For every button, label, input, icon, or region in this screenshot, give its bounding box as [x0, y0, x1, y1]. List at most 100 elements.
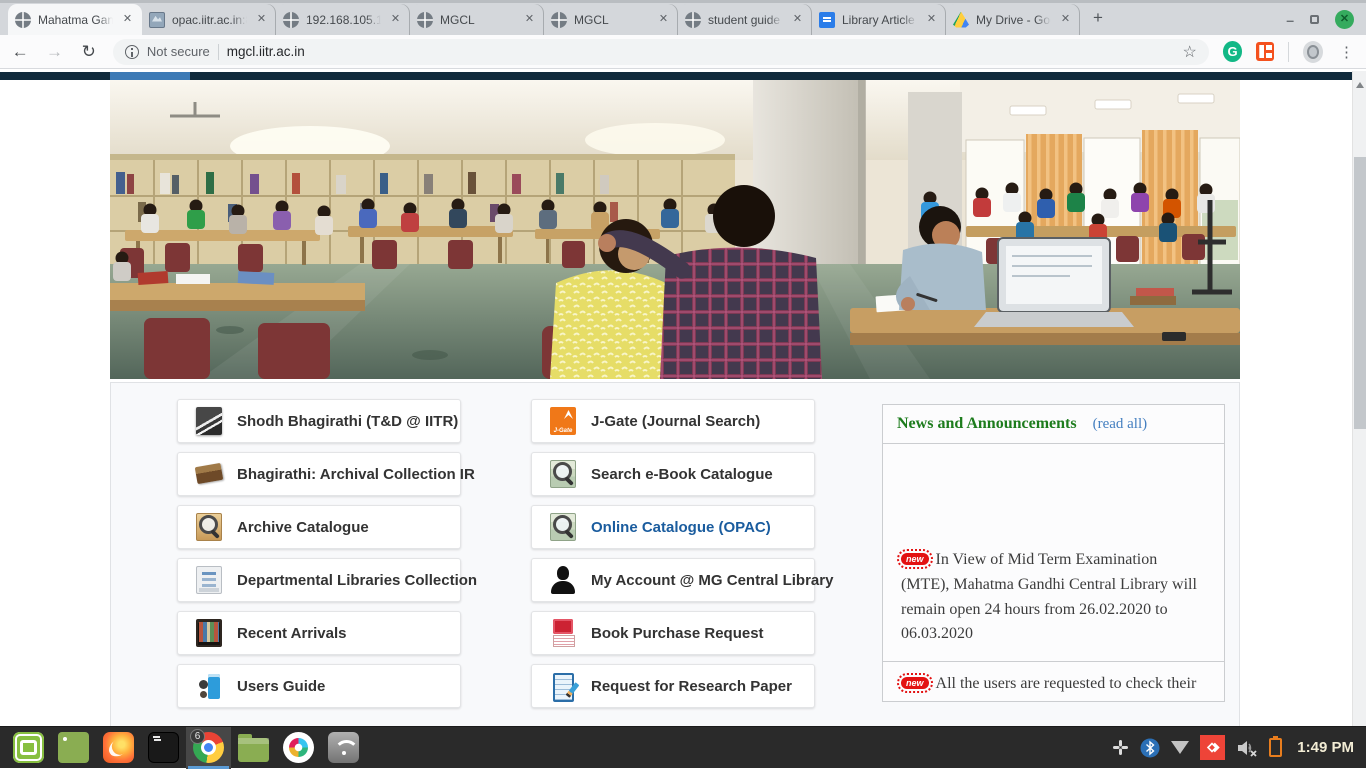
news-read-all-link[interactable]: (read all)	[1093, 416, 1148, 433]
quicklink-card[interactable]: Request for Research Paper	[531, 664, 815, 708]
orange-extension-icon[interactable]	[1256, 42, 1274, 61]
quicklink-card[interactable]: Book Purchase Request	[531, 611, 815, 655]
taskbar-launcher[interactable]	[276, 727, 321, 769]
security-label: Not secure	[147, 44, 210, 59]
research-paper-icon	[550, 672, 576, 700]
tab-close-icon[interactable]: ✕	[924, 12, 939, 27]
quicklink-label: Users Guide	[237, 678, 325, 695]
taskbar-launcher[interactable]: 6	[186, 727, 231, 769]
quicklink-card[interactable]: Search e-Book Catalogue	[531, 452, 815, 496]
user-guide-icon	[196, 672, 222, 700]
quicklink-label: Departmental Libraries Collection	[237, 572, 477, 589]
gdrive-icon	[953, 12, 969, 28]
taskbar-launcher[interactable]	[141, 727, 186, 769]
tab-title: student guide	[708, 13, 783, 27]
new-badge-icon: new	[901, 677, 929, 689]
browser-tab[interactable]: 192.168.105.14 ✕	[276, 4, 410, 35]
bluetooth-icon[interactable]	[1140, 738, 1160, 758]
reload-button[interactable]: ↻	[79, 42, 99, 62]
taskbar-launcher[interactable]	[321, 727, 366, 769]
battery-icon[interactable]	[1269, 738, 1282, 757]
gdocs-icon	[819, 12, 835, 28]
quicklink-card[interactable]: Bhagirathi: Archival Collection IR	[177, 452, 461, 496]
news-header: News and Announcements (read all)	[883, 405, 1224, 444]
profile-avatar[interactable]	[1303, 41, 1323, 63]
tab-close-icon[interactable]: ✕	[120, 12, 135, 27]
scrollbar-up-arrow-icon[interactable]	[1356, 78, 1364, 88]
image-icon	[149, 12, 165, 28]
window-controls: – ✕	[1286, 10, 1366, 35]
archive-box-icon	[196, 460, 222, 488]
browser-tab[interactable]: opac.iitr.ac.in:8 ✕	[142, 4, 276, 35]
info-icon[interactable]	[125, 45, 139, 59]
network-signal-icon[interactable]	[1171, 741, 1189, 754]
news-title: News and Announcements	[897, 415, 1077, 433]
quicklink-card[interactable]: J-Gate (Journal Search)	[531, 399, 815, 443]
slack-tray-icon[interactable]	[1112, 739, 1129, 756]
forward-button[interactable]: →	[44, 42, 64, 62]
quicklink-card[interactable]: Online Catalogue (OPAC)	[531, 505, 815, 549]
browser-tab[interactable]: Mahatma Gand ✕	[8, 4, 142, 35]
browser-tab[interactable]: MGCL ✕	[410, 4, 544, 35]
browser-tab[interactable]: My Drive - Goo ✕	[946, 4, 1080, 35]
tab-close-icon[interactable]: ✕	[388, 12, 403, 27]
taskbar-launcher[interactable]	[96, 727, 141, 769]
tab-close-icon[interactable]: ✕	[790, 12, 805, 27]
quicklink-card[interactable]: Archive Catalogue	[177, 505, 461, 549]
bookmark-star-icon[interactable]: ☆	[1183, 42, 1197, 62]
taskbar-launcher[interactable]	[6, 727, 51, 769]
quicklink-card[interactable]: Departmental Libraries Collection	[177, 558, 461, 602]
tab-close-icon[interactable]: ✕	[254, 12, 269, 27]
account-icon	[550, 566, 576, 594]
quicklink-label: Online Catalogue (OPAC)	[591, 519, 771, 536]
tab-title: My Drive - Goo	[976, 13, 1051, 27]
tab-close-icon[interactable]: ✕	[656, 12, 671, 27]
page-scrollbar[interactable]	[1352, 71, 1366, 726]
grammarly-extension-icon[interactable]: G	[1223, 41, 1242, 62]
tab-close-icon[interactable]: ✕	[522, 12, 537, 27]
scrollbar-thumb[interactable]	[1354, 157, 1366, 429]
restore-button[interactable]	[1310, 11, 1319, 29]
purchase-book-icon	[550, 619, 576, 647]
url-text[interactable]: mgcl.iitr.ac.in	[227, 44, 1175, 59]
news-item[interactable]: newIn View of Mid Term Examination (MTE)…	[883, 444, 1224, 662]
taskbar-launchers: 6	[0, 727, 366, 769]
back-button[interactable]: ←	[10, 42, 30, 62]
library-photo	[110, 80, 1240, 379]
browser-tab[interactable]: MGCL ✕	[544, 4, 678, 35]
quicklink-card[interactable]: Recent Arrivals	[177, 611, 461, 655]
browser-tab[interactable]: student guide ✕	[678, 4, 812, 35]
firefox-icon	[103, 732, 134, 763]
quicklinks-column-middle: J-Gate (Journal Search) Search e-Book Ca…	[531, 399, 815, 717]
new-tab-button[interactable]: +	[1084, 5, 1112, 33]
minimize-button[interactable]: –	[1286, 12, 1294, 28]
quicklink-label: J-Gate (Journal Search)	[591, 413, 760, 430]
taskbar-launcher[interactable]	[231, 727, 276, 769]
site-navbar-active-item[interactable]	[110, 72, 190, 80]
quicklink-card[interactable]: Shodh Bhagirathi (T&D @ IITR)	[177, 399, 461, 443]
files-icon	[238, 738, 269, 762]
quicklink-label: Bhagirathi: Archival Collection IR	[237, 466, 475, 483]
browser-tab[interactable]: Library Article D ✕	[812, 4, 946, 35]
anydesk-icon[interactable]	[1200, 735, 1225, 760]
active-app-underline	[188, 766, 229, 769]
window-close-button[interactable]: ✕	[1335, 10, 1354, 29]
wifi-launcher-icon	[328, 732, 359, 763]
tab-close-icon[interactable]: ✕	[1058, 12, 1073, 27]
library-kiosk-icon	[196, 566, 222, 594]
address-bar[interactable]: Not secure mgcl.iitr.ac.in ☆	[113, 39, 1209, 65]
news-item-text: In View of Mid Term Examination (MTE), M…	[901, 551, 1197, 642]
taskbar: 6	[0, 726, 1366, 768]
volume-muted-icon[interactable]	[1236, 738, 1258, 758]
quicklinks-column-left: Shodh Bhagirathi (T&D @ IITR) Bhagirathi…	[177, 399, 461, 717]
tab-title: MGCL	[574, 13, 649, 27]
quicklink-card[interactable]: My Account @ MG Central Library	[531, 558, 815, 602]
tab-title: Mahatma Gand	[38, 13, 113, 27]
quicklink-label: Search e-Book Catalogue	[591, 466, 773, 483]
quicklink-card[interactable]: Users Guide	[177, 664, 461, 708]
tab-title: 192.168.105.14	[306, 13, 381, 27]
news-item[interactable]: newAll the users are requested to check …	[883, 662, 1224, 702]
taskbar-clock[interactable]: 1:49 PM	[1297, 739, 1354, 756]
taskbar-launcher[interactable]	[51, 727, 96, 769]
browser-menu-icon[interactable]: ⋮	[1337, 43, 1356, 61]
